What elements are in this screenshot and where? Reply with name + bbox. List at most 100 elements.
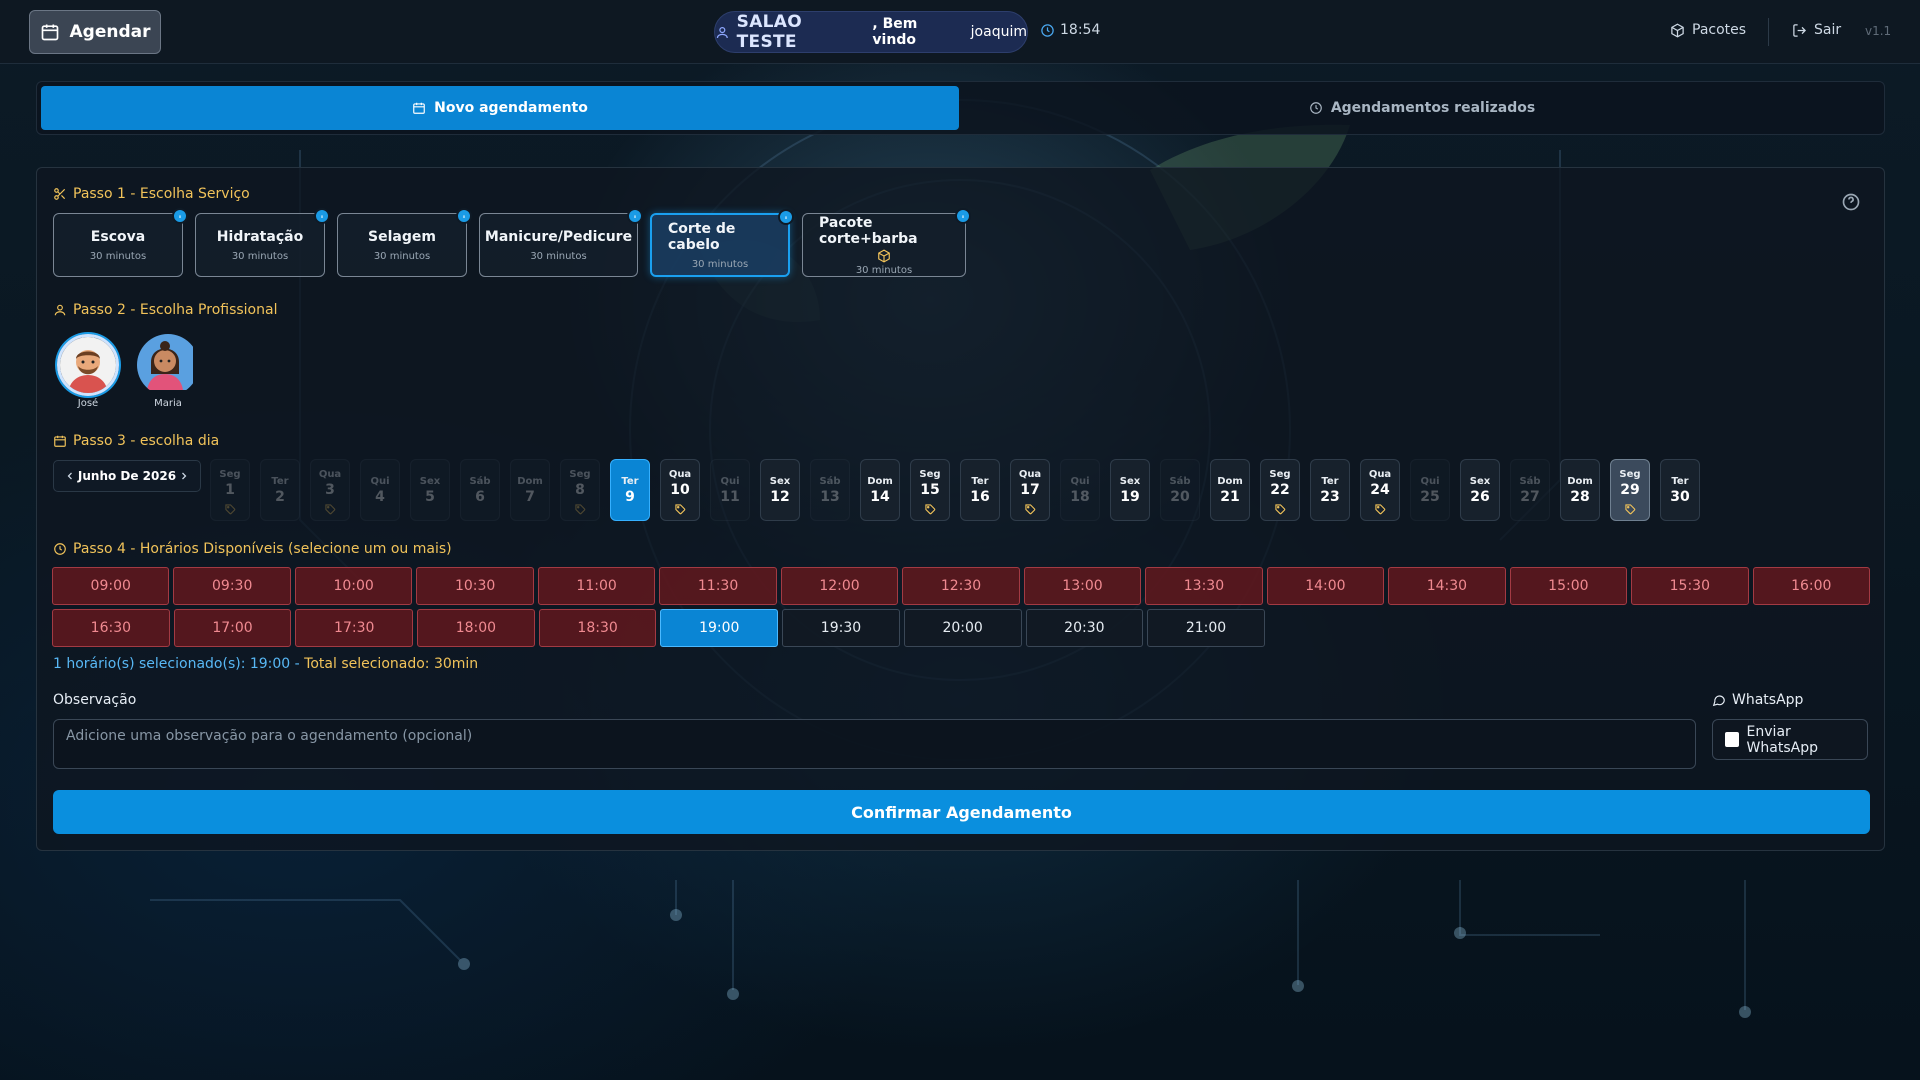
day-cell[interactable]: Dom 14 [860,459,900,521]
service-name: Manicure/Pedicure [484,228,633,245]
day-number: 21 [1220,488,1240,505]
day-of-week: Ter [271,475,289,487]
service-card-pacote-corte-barba[interactable]: Pacote corte+barba 30 minutos [802,208,971,277]
avatar [137,334,199,396]
time-slot[interactable]: 17:30 [295,609,414,647]
day-cell: Seg 1 [210,459,250,521]
service-card-escova[interactable]: Escova 30 minutos [53,208,188,277]
time-slot[interactable]: 18:00 [417,609,535,647]
time-slot[interactable]: 16:00 [1752,567,1871,605]
observacao-input[interactable] [53,719,1696,769]
clock-time: 18:54 [1060,22,1101,38]
time-slot[interactable]: 14:30 [1388,567,1506,605]
service-card-corte-de-cabelo[interactable]: Corte de cabelo 30 minutos [650,209,794,277]
info-icon[interactable] [172,208,188,224]
time-slot[interactable]: 16:30 [52,609,170,647]
time-slot[interactable]: 19:00 [660,609,779,647]
summary-selected: 1 horário(s) selecionado(s): 19:00 - [53,656,300,672]
time-slot[interactable]: 11:00 [537,567,656,605]
service-card-manicure[interactable]: Manicure/Pedicure 30 minutos [479,208,643,277]
day-cell[interactable]: Qua 10 [660,459,700,521]
day-of-week: Sex [1469,475,1491,487]
professional-jose[interactable]: José [57,334,119,409]
info-icon[interactable] [456,208,472,224]
time-slot[interactable]: 12:00 [780,567,899,605]
help-icon[interactable] [1841,192,1861,212]
day-cell[interactable]: Dom 28 [1560,459,1600,521]
day-cell[interactable]: Ter 9 [610,459,650,521]
time-slot[interactable]: 09:30 [173,567,291,605]
info-icon[interactable] [955,208,971,224]
day-number: 5 [425,488,435,505]
day-cell[interactable]: Sex 12 [760,459,800,521]
tag-icon [1624,500,1636,514]
step2-title-text: Passo 2 - Escolha Profissional [73,302,278,318]
pacotes-link[interactable]: Pacotes [1670,22,1746,38]
day-cell[interactable]: Dom 21 [1210,459,1250,521]
sair-link[interactable]: Sair [1792,22,1841,38]
package-icon [878,248,890,263]
day-of-week: Sáb [1519,475,1541,487]
time-slot[interactable]: 12:30 [902,567,1020,605]
time-slot[interactable]: 15:00 [1509,567,1628,605]
info-icon[interactable] [778,209,794,225]
day-cell[interactable]: Sex 19 [1110,459,1150,521]
time-slot[interactable]: 17:00 [173,609,292,647]
tab-novo-agendamento[interactable]: Novo agendamento [41,86,959,130]
day-cell[interactable]: Sex 26 [1460,459,1500,521]
day-cell[interactable]: Ter 23 [1310,459,1350,521]
professional-maria[interactable]: Maria [137,334,199,409]
time-slot[interactable]: 18:30 [538,609,657,647]
month-label: Junho De 2026 [77,469,177,483]
time-slot[interactable]: 09:00 [52,567,170,605]
service-name: Hidratação [216,228,304,245]
time-slot[interactable]: 13:00 [1023,567,1142,605]
month-navigator: Junho De 2026 [53,460,201,492]
day-number: 4 [375,488,385,505]
time-slot[interactable]: 10:30 [416,567,534,605]
service-name: Corte de cabelo [668,220,736,253]
day-of-week: Qua [668,468,692,480]
time-slot[interactable]: 20:00 [903,609,1022,647]
day-cell: Qui 4 [360,459,400,521]
service-card-hidratacao[interactable]: Hidratação 30 minutos [195,208,330,277]
day-cell[interactable]: Qua 24 [1360,459,1400,521]
time-slot[interactable]: 15:30 [1631,567,1749,605]
agendar-label: Agendar [69,22,151,42]
confirm-button[interactable]: Confirmar Agendamento [53,790,1870,834]
time-slot[interactable]: 11:30 [659,567,777,605]
day-cell: Sáb 6 [460,459,500,521]
selection-summary: 1 horário(s) selecionado(s): 19:00 - Tot… [53,656,478,672]
service-duration: 30 minutos [530,250,587,262]
time-slot[interactable]: 14:00 [1266,567,1385,605]
day-number: 11 [720,488,740,505]
time-slot[interactable]: 13:30 [1145,567,1263,605]
service-card-selagem[interactable]: Selagem 30 minutos [337,208,472,277]
day-number: 19 [1120,488,1140,505]
user-icon [716,26,728,38]
info-icon[interactable] [627,208,643,224]
tag-icon [574,500,586,514]
day-cell[interactable]: Seg 29 [1610,459,1650,521]
tab-agendamentos-realizados[interactable]: Agendamentos realizados [963,86,1881,130]
day-cell[interactable]: Seg 15 [910,459,950,521]
time-slot[interactable]: 20:30 [1025,609,1144,647]
info-icon[interactable] [314,208,330,224]
day-number: 3 [325,481,335,498]
day-cell[interactable]: Ter 30 [1660,459,1700,521]
day-of-week: Sex [1119,475,1141,487]
chevron-right-icon[interactable] [178,470,190,482]
time-slot[interactable]: 21:00 [1147,609,1265,647]
day-cell[interactable]: Ter 16 [960,459,1000,521]
time-slot[interactable]: 19:30 [782,609,900,647]
whatsapp-toggle[interactable]: Enviar WhatsApp [1712,719,1868,760]
service-duration: 30 minutos [89,250,147,262]
chevron-left-icon[interactable] [64,470,76,482]
agendar-button[interactable]: Agendar [29,10,161,54]
time-slot[interactable]: 10:00 [294,567,413,605]
day-cell[interactable]: Qua 17 [1010,459,1050,521]
day-of-week: Sex [769,475,791,487]
step1-title: Passo 1 - Escolha Serviço [53,186,250,202]
whatsapp-checkbox[interactable] [1725,732,1739,747]
day-cell[interactable]: Seg 22 [1260,459,1300,521]
